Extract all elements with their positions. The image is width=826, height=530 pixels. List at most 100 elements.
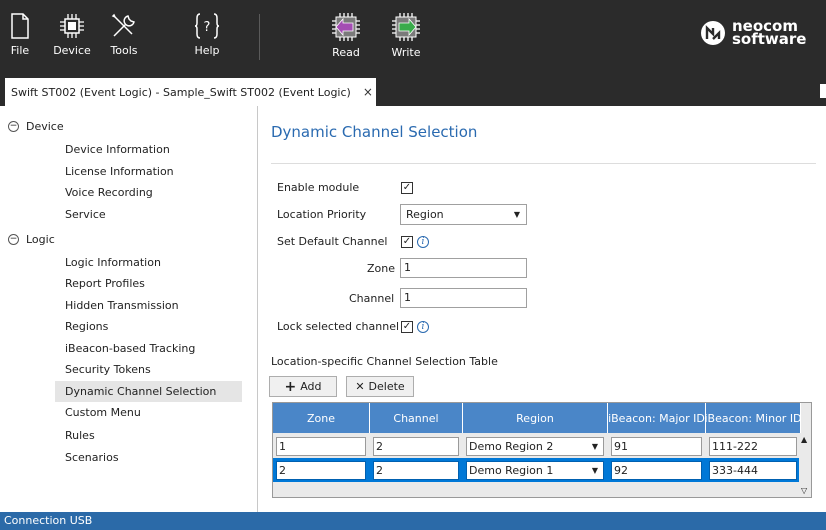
channel-label: Channel <box>349 292 395 305</box>
scroll-down-icon[interactable]: ▽ <box>801 486 807 495</box>
svg-text:?: ? <box>204 20 211 35</box>
tree-group-device[interactable]: − Device <box>8 120 64 133</box>
column-header-zone[interactable]: Zone <box>273 403 370 433</box>
table-row[interactable]: 2 2 Demo Region 1 ▼ 92 333-444 <box>273 458 801 482</box>
sidebar-item-hidden-transmission[interactable]: Hidden Transmission <box>65 299 179 312</box>
column-header-major-id[interactable]: iBeacon: Major ID <box>608 403 706 433</box>
help-label: Help <box>194 44 220 57</box>
device-label: Device <box>53 44 91 57</box>
chip-icon <box>60 14 84 38</box>
enable-module-checkbox[interactable]: ✓ <box>401 182 413 194</box>
lock-selected-channel-checkbox[interactable]: ✓ <box>401 321 413 333</box>
region-value: Demo Region 1 <box>469 464 554 477</box>
location-priority-label: Location Priority <box>277 208 367 221</box>
region-value: Demo Region 2 <box>469 440 554 453</box>
zone-cell[interactable]: 2 <box>276 461 366 480</box>
read-button[interactable]: Read <box>326 0 366 73</box>
sidebar-item-regions[interactable]: Regions <box>65 320 108 333</box>
divider <box>271 163 816 164</box>
table-title: Location-specific Channel Selection Tabl… <box>271 355 498 368</box>
channel-cell[interactable]: 2 <box>373 461 459 480</box>
delete-button-label: Delete <box>368 380 405 393</box>
major-id-cell[interactable]: 92 <box>611 461 702 480</box>
tools-label: Tools <box>110 44 138 57</box>
table-row[interactable]: 1 2 Demo Region 2 ▼ 91 111-222 <box>273 434 801 458</box>
set-default-channel-checkbox[interactable]: ✓ <box>401 236 413 248</box>
channel-cell[interactable]: 2 <box>373 437 459 456</box>
write-device-icon <box>392 13 420 41</box>
collapse-icon[interactable]: − <box>8 234 19 245</box>
collapse-icon[interactable]: − <box>8 121 19 132</box>
read-device-icon <box>332 13 360 41</box>
neocom-logo-icon <box>701 21 725 45</box>
chevron-down-icon: ▼ <box>591 442 598 451</box>
device-button[interactable]: Device <box>52 0 92 73</box>
write-button[interactable]: Write <box>386 0 426 73</box>
delete-button[interactable]: ✕ Delete <box>346 376 414 397</box>
sidebar-item-report-profiles[interactable]: Report Profiles <box>65 277 145 290</box>
major-id-cell[interactable]: 91 <box>611 437 702 456</box>
info-icon[interactable]: i <box>417 236 429 248</box>
sidebar-item-device-information[interactable]: Device Information <box>65 143 170 156</box>
sidebar-item-dynamic-channel-selection[interactable]: Dynamic Channel Selection <box>55 381 242 402</box>
toolbar-separator <box>259 14 260 60</box>
document-tab-title: Swift ST002 (Event Logic) - Sample_Swift… <box>11 85 351 99</box>
column-header-region[interactable]: Region <box>463 403 608 433</box>
sidebar-item-service[interactable]: Service <box>65 208 106 221</box>
info-icon[interactable]: i <box>417 321 429 333</box>
document-tab[interactable]: Swift ST002 (Event Logic) - Sample_Swift… <box>5 78 376 106</box>
tools-button[interactable]: Tools <box>106 0 142 73</box>
channel-selection-table: Zone Channel Region iBeacon: Major ID iB… <box>272 402 812 498</box>
sidebar-item-license-information[interactable]: License Information <box>65 165 174 178</box>
chevron-down-icon: ▼ <box>591 466 598 475</box>
region-select[interactable]: Demo Region 2 ▼ <box>466 437 604 456</box>
location-priority-value: Region <box>406 208 444 221</box>
add-button-label: Add <box>300 380 322 393</box>
table-scrollbar[interactable]: ▲ ▽ <box>799 433 811 497</box>
delete-icon: ✕ <box>355 380 365 393</box>
status-bar: Connection USB <box>0 512 826 530</box>
region-select[interactable]: Demo Region 1 ▼ <box>466 461 604 480</box>
neocom-logo: neocom software <box>700 19 807 48</box>
plus-icon: + <box>284 378 297 395</box>
file-icon <box>11 13 29 39</box>
zone-label: Zone <box>367 262 396 275</box>
close-icon[interactable]: × <box>363 85 373 99</box>
tree-group-label: Logic <box>26 233 55 246</box>
minor-id-cell[interactable]: 333-444 <box>709 461 797 480</box>
page-title: Dynamic Channel Selection <box>271 123 478 141</box>
column-header-channel[interactable]: Channel <box>370 403 463 433</box>
column-header-minor-id[interactable]: iBeacon: Minor ID <box>704 403 802 433</box>
main-panel: Dynamic Channel Selection Enable module … <box>259 106 826 512</box>
sidebar-item-voice-recording[interactable]: Voice Recording <box>65 186 153 199</box>
sidebar-item-ibeacon-tracking[interactable]: iBeacon-based Tracking <box>65 342 195 355</box>
sidebar-item-rules[interactable]: Rules <box>65 429 95 442</box>
location-priority-select[interactable]: Region ▼ <box>400 204 527 225</box>
channel-input[interactable]: 1 <box>400 288 527 308</box>
lock-selected-channel-label: Lock selected channel <box>277 320 400 333</box>
set-default-channel-label: Set Default Channel <box>277 235 388 248</box>
tree-group-label: Device <box>26 120 64 133</box>
minor-id-cell[interactable]: 111-222 <box>709 437 797 456</box>
navigation-tree: − Device Device Information License Info… <box>0 106 258 512</box>
chevron-down-icon: ▼ <box>513 210 520 219</box>
logo-line2: software <box>732 30 807 48</box>
sidebar-item-security-tokens[interactable]: Security Tokens <box>65 363 151 376</box>
tab-menu-icon[interactable] <box>820 84 826 98</box>
sidebar-item-scenarios[interactable]: Scenarios <box>65 451 119 464</box>
add-button[interactable]: + Add <box>269 376 337 397</box>
sidebar-item-custom-menu[interactable]: Custom Menu <box>65 406 141 419</box>
tree-group-logic[interactable]: − Logic <box>8 233 55 246</box>
zone-cell[interactable]: 1 <box>276 437 366 456</box>
tools-icon <box>111 13 135 37</box>
main-toolbar: File Device Tools ? Help Read Write neoc… <box>0 0 826 73</box>
table-header: Zone Channel Region iBeacon: Major ID iB… <box>273 403 802 433</box>
write-label: Write <box>391 46 421 59</box>
scroll-up-icon[interactable]: ▲ <box>801 435 807 444</box>
zone-input[interactable]: 1 <box>400 258 527 278</box>
help-button[interactable]: ? Help <box>190 0 224 73</box>
file-button[interactable]: File <box>4 0 36 73</box>
enable-module-label: Enable module <box>277 181 360 194</box>
sidebar-item-logic-information[interactable]: Logic Information <box>65 256 161 269</box>
help-icon: ? <box>194 13 220 39</box>
